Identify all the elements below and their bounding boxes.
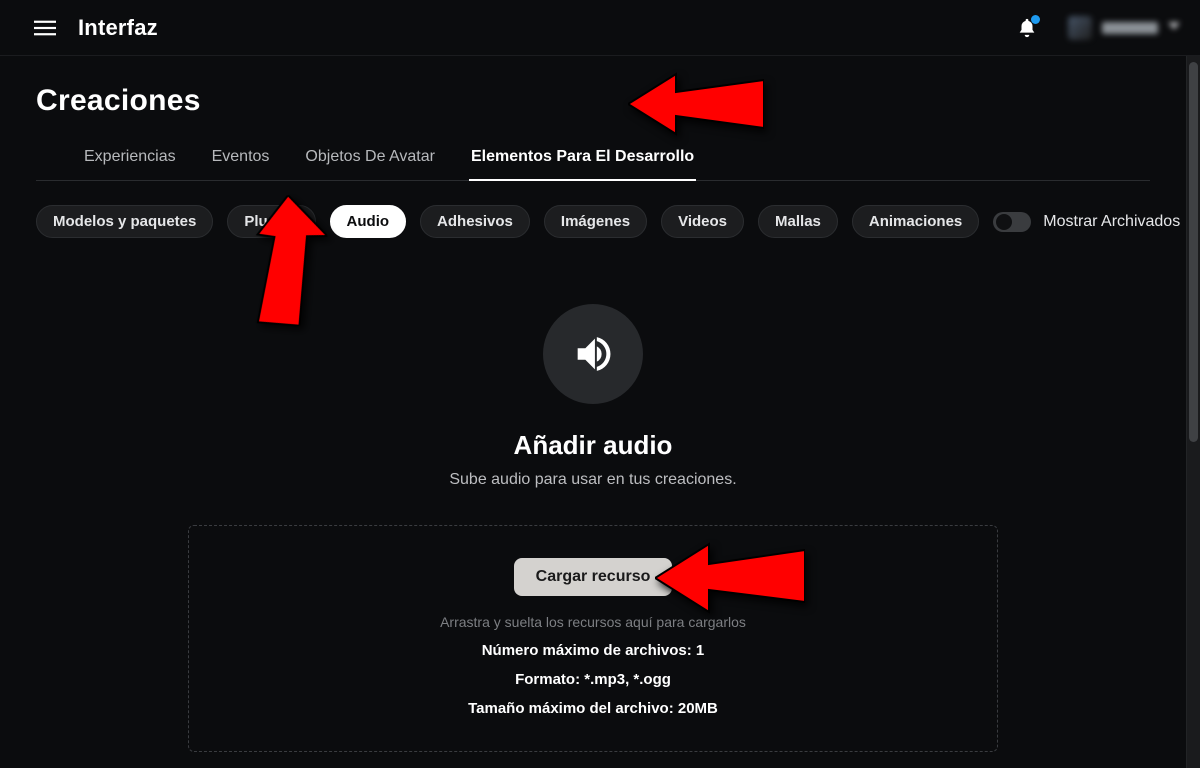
chip-videos[interactable]: Videos — [661, 205, 744, 238]
username — [1102, 22, 1158, 34]
filter-chips: Modelos y paquetes Plugins Audio Adhesiv… — [0, 181, 1186, 248]
user-menu[interactable] — [1068, 16, 1180, 40]
tab-label: Objetos De Avatar — [305, 148, 435, 165]
upload-button[interactable]: Cargar recurso — [514, 558, 673, 596]
tab-label: Eventos — [212, 148, 270, 165]
chip-modelos[interactable]: Modelos y paquetes — [36, 205, 213, 238]
chip-imagenes[interactable]: Imágenes — [544, 205, 647, 238]
scrollbar[interactable] — [1186, 56, 1200, 768]
empty-state: Añadir audio Sube audio para usar en tus… — [0, 248, 1186, 489]
chip-animaciones[interactable]: Animaciones — [852, 205, 979, 238]
chip-plugins[interactable]: Plugins — [227, 205, 315, 238]
tab-label: Elementos Para El Desarrollo — [471, 148, 694, 165]
toggle-label: Mostrar Archivados — [1043, 213, 1180, 231]
empty-subtitle: Sube audio para usar en tus creaciones. — [0, 471, 1186, 489]
toggle-switch-icon — [993, 212, 1031, 232]
chevron-down-icon — [1168, 19, 1180, 37]
menu-button[interactable] — [34, 17, 56, 39]
avatar — [1068, 16, 1092, 40]
chip-audio[interactable]: Audio — [330, 205, 407, 238]
tab-objetos-avatar[interactable]: Objetos De Avatar — [305, 148, 435, 180]
upload-dropzone[interactable]: Cargar recurso Arrastra y suelta los rec… — [188, 525, 998, 752]
main-tabs: Experiencias Eventos Objetos De Avatar E… — [36, 126, 1150, 181]
chip-mallas[interactable]: Mallas — [758, 205, 838, 238]
top-bar: Interfaz — [0, 0, 1200, 56]
drop-hint: Arrastra y suelta los recursos aquí para… — [209, 614, 977, 630]
scrollbar-thumb[interactable] — [1189, 62, 1198, 442]
tab-label: Experiencias — [84, 148, 176, 165]
chip-adhesivos[interactable]: Adhesivos — [420, 205, 530, 238]
notifications-button[interactable] — [1016, 17, 1038, 39]
page-title: Creaciones — [36, 84, 1150, 118]
empty-title: Añadir audio — [0, 430, 1186, 461]
drop-info-format: Formato: *.mp3, *.ogg — [209, 671, 977, 688]
app-title: Interfaz — [78, 15, 158, 41]
drop-info-size: Tamaño máximo del archivo: 20MB — [209, 700, 977, 717]
tab-eventos[interactable]: Eventos — [212, 148, 270, 180]
audio-icon — [543, 304, 643, 404]
notification-dot-icon — [1031, 15, 1040, 24]
tab-experiencias[interactable]: Experiencias — [84, 148, 176, 180]
show-archived-toggle[interactable]: Mostrar Archivados — [993, 212, 1180, 232]
tab-elementos-desarrollo[interactable]: Elementos Para El Desarrollo — [471, 148, 694, 180]
drop-info-max-files: Número máximo de archivos: 1 — [209, 642, 977, 659]
